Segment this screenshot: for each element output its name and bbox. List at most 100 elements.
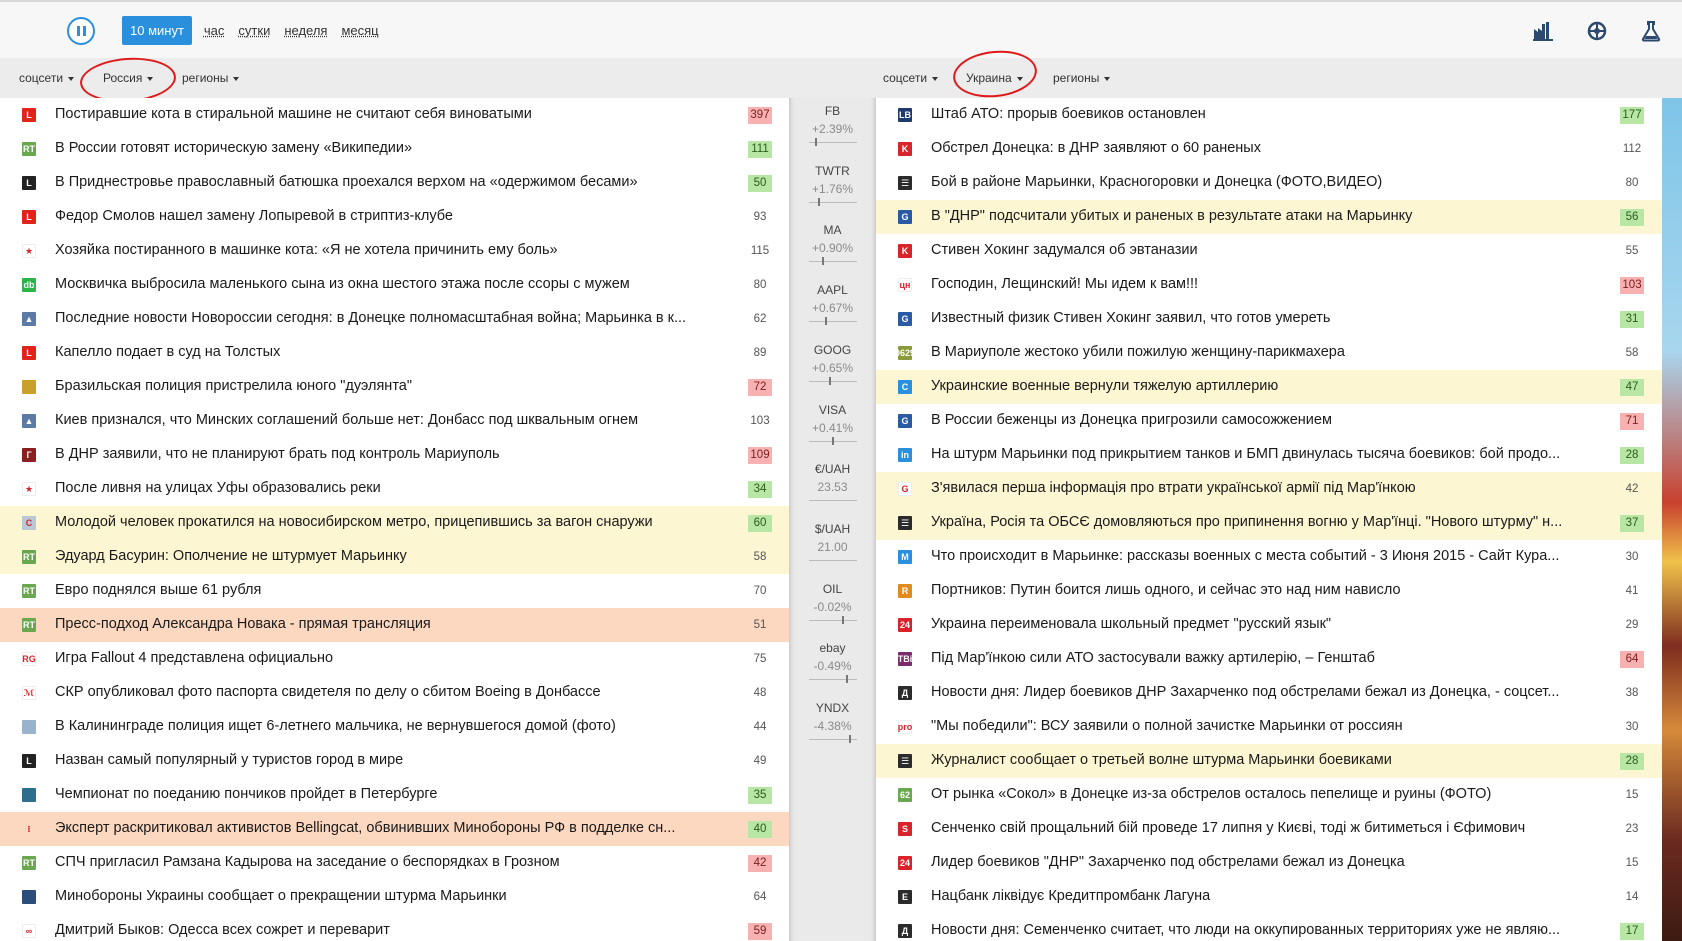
filter-social-right[interactable]: соцсети: [883, 71, 939, 85]
news-row[interactable]: K Стивен Хокинг задумался об эвтаназии 55: [876, 234, 1662, 268]
ticker-item[interactable]: MA +0.90%: [789, 217, 876, 281]
news-row[interactable]: ℳ СКР опубликовал фото паспорта свидетеля…: [0, 676, 789, 710]
news-headline[interactable]: Хозяйка постиранного в машинке кота: «Я …: [55, 242, 727, 258]
news-row[interactable]: Чемпионат по поеданию пончиков пройдет в…: [0, 778, 789, 812]
news-row[interactable]: Д Новости дня: Лидер боевиков ДНР Захарче…: [876, 676, 1662, 710]
filter-social-left[interactable]: соцсети: [19, 71, 75, 85]
period-10min[interactable]: 10 минут: [122, 16, 192, 45]
ticker-item[interactable]: TWTR +1.76%: [789, 158, 876, 222]
news-row[interactable]: G З'явилася перша інформація про втрати у…: [876, 472, 1662, 506]
news-headline[interactable]: Игра Fallout 4 представлена официально: [55, 650, 727, 666]
news-row[interactable]: ☰ Бой в районе Марьинки, Красногоровки и …: [876, 166, 1662, 200]
news-headline[interactable]: Эксперт раскритиковал активистов Belling…: [55, 820, 727, 836]
news-headline[interactable]: В "ДНР" подсчитали убитых и раненых в ре…: [931, 208, 1601, 224]
news-headline[interactable]: Нацбанк ліквідує Кредитпромбанк Лагуна: [931, 888, 1601, 904]
filter-country-left[interactable]: Россия: [103, 71, 154, 85]
news-headline[interactable]: Евро поднялся выше 61 рубля: [55, 582, 727, 598]
news-headline[interactable]: В Мариуполе жестоко убили пожилую женщин…: [931, 344, 1601, 360]
period-week[interactable]: неделя: [284, 23, 327, 38]
news-row[interactable]: Г В ДНР заявили, что не планируют брать п…: [0, 438, 789, 472]
filter-regions-right[interactable]: регионы: [1053, 71, 1111, 85]
news-row[interactable]: LB Штаб АТО: прорыв боевиков остановлен 17…: [876, 98, 1662, 132]
ticker-item[interactable]: YNDX -4.38%: [789, 695, 876, 759]
news-row[interactable]: ∞ Дмитрий Быков: Одесса всех сожрет и пер…: [0, 914, 789, 941]
news-row[interactable]: R Портников: Путин боится лишь одного, и …: [876, 574, 1662, 608]
news-row[interactable]: RT Пресс-подход Александра Новака - пряма…: [0, 608, 789, 642]
news-headline[interactable]: Пресс-подход Александра Новака - прямая …: [55, 616, 727, 632]
news-row[interactable]: цн Господин, Лещинский! Мы идем к вам!!! 1…: [876, 268, 1662, 302]
news-row[interactable]: Минобороны Украины сообщает о прекращени…: [0, 880, 789, 914]
news-headline[interactable]: Обстрел Донецка: в ДНР заявляют о 60 ран…: [931, 140, 1601, 156]
news-headline[interactable]: СПЧ пригласил Рамзана Кадырова на заседа…: [55, 854, 727, 870]
filter-country-right[interactable]: Украина: [966, 71, 1023, 85]
news-headline[interactable]: В Калининграде полиция ищет 6-летнего ма…: [55, 718, 727, 734]
news-row[interactable]: pro "Мы победили": ВСУ заявили о полной з…: [876, 710, 1662, 744]
news-headline[interactable]: Постиравшие кота в стиральной машине не …: [55, 106, 727, 122]
news-headline[interactable]: Україна, Росія та ОБСЄ домовляються про …: [931, 514, 1601, 530]
news-headline[interactable]: Чемпионат по поеданию пончиков пройдет в…: [55, 786, 727, 802]
news-row[interactable]: RT Эдуард Басурин: Ополчение не штурмует …: [0, 540, 789, 574]
news-row[interactable]: ⁝ Эксперт раскритиковал активистов Bellin…: [0, 812, 789, 846]
news-row[interactable]: RG Игра Fallout 4 представлена официально…: [0, 642, 789, 676]
news-row[interactable]: C Украинские военные вернули тяжелую арти…: [876, 370, 1662, 404]
news-headline[interactable]: Портников: Путин боится лишь одного, и с…: [931, 582, 1601, 598]
news-row[interactable]: C Молодой человек прокатился на новосибир…: [0, 506, 789, 540]
news-headline[interactable]: "Мы победили": ВСУ заявили о полной зачи…: [931, 718, 1601, 734]
news-row[interactable]: S Сенченко свій прощальний бій проведе 17…: [876, 812, 1662, 846]
news-row[interactable]: M Что происходит в Марьинке: рассказы вое…: [876, 540, 1662, 574]
news-row[interactable]: L Федор Смолов нашел замену Лопыревой в с…: [0, 200, 789, 234]
news-headline[interactable]: СКР опубликовал фото паспорта свидетеля …: [55, 684, 727, 700]
news-row[interactable]: RT СПЧ пригласил Рамзана Кадырова на засе…: [0, 846, 789, 880]
news-headline[interactable]: Молодой человек прокатился на новосибирс…: [55, 514, 727, 530]
news-headline[interactable]: Эдуард Басурин: Ополчение не штурмует Ма…: [55, 548, 727, 564]
news-headline[interactable]: Украина переименовала школьный предмет "…: [931, 616, 1601, 632]
news-headline[interactable]: Что происходит в Марьинке: рассказы воен…: [931, 548, 1601, 564]
news-row[interactable]: 24 Лидер боевиков "ДНР" Захарченко под об…: [876, 846, 1662, 880]
factory-icon[interactable]: [1530, 18, 1556, 44]
news-row[interactable]: db Москвичка выбросила маленького сына из…: [0, 268, 789, 302]
news-headline[interactable]: На штурм Марьинки под прикрытием танков …: [931, 446, 1601, 462]
news-headline[interactable]: Москвичка выбросила маленького сына из о…: [55, 276, 727, 292]
news-headline[interactable]: Украинские военные вернули тяжелую артил…: [931, 378, 1601, 394]
news-row[interactable]: E Нацбанк ліквідує Кредитпромбанк Лагуна 1…: [876, 880, 1662, 914]
news-row[interactable]: RT Евро поднялся выше 61 рубля 70: [0, 574, 789, 608]
news-headline[interactable]: Сенченко свій прощальний бій проведе 17 …: [931, 820, 1601, 836]
spinner-icon[interactable]: [1584, 18, 1610, 44]
news-headline[interactable]: Федор Смолов нашел замену Лопыревой в ст…: [55, 208, 727, 224]
news-headline[interactable]: Известный физик Стивен Хокинг заявил, чт…: [931, 310, 1601, 326]
news-row[interactable]: В Калининграде полиция ищет 6-летнего ма…: [0, 710, 789, 744]
ticker-item[interactable]: AAPL +0.67%: [789, 277, 876, 341]
news-headline[interactable]: Бой в районе Марьинки, Красногоровки и Д…: [931, 174, 1601, 190]
pause-button[interactable]: [67, 17, 95, 45]
ticker-item[interactable]: €/UAH 23.53: [789, 456, 876, 520]
news-row[interactable]: L Постиравшие кота в стиральной машине не…: [0, 98, 789, 132]
news-headline[interactable]: Стивен Хокинг задумался об эвтаназии: [931, 242, 1601, 258]
news-headline[interactable]: Капелло подает в суд на Толстых: [55, 344, 727, 360]
news-headline[interactable]: Господин, Лещинский! Мы идем к вам!!!: [931, 276, 1601, 292]
news-headline[interactable]: От рынка «Сокол» в Донецке из-за обстрел…: [931, 786, 1601, 802]
news-headline[interactable]: Дмитрий Быков: Одесса всех сожрет и пере…: [55, 922, 727, 938]
news-headline[interactable]: Журналист сообщает о третьей волне штурм…: [931, 752, 1601, 768]
news-row[interactable]: L Назван самый популярный у туристов горо…: [0, 744, 789, 778]
ticker-item[interactable]: $/UAH 21.00: [789, 516, 876, 580]
news-row[interactable]: K Обстрел Донецка: в ДНР заявляют о 60 ра…: [876, 132, 1662, 166]
news-headline[interactable]: З'явилася перша інформація про втрати ук…: [931, 480, 1601, 496]
news-headline[interactable]: После ливня на улицах Уфы образовались р…: [55, 480, 727, 496]
period-month[interactable]: месяц: [341, 23, 378, 38]
news-headline[interactable]: Киев признался, что Минских соглашений б…: [55, 412, 727, 428]
news-row[interactable]: G В "ДНР" подсчитали убитых и раненых в р…: [876, 200, 1662, 234]
ticker-item[interactable]: OIL -0.02%: [789, 576, 876, 640]
news-row[interactable]: G Известный физик Стивен Хокинг заявил, ч…: [876, 302, 1662, 336]
news-row[interactable]: 0629 В Мариуполе жестоко убили пожилую же…: [876, 336, 1662, 370]
news-row[interactable]: RT В России готовят историческую замену «…: [0, 132, 789, 166]
news-headline[interactable]: В России беженцы из Донецка пригрозили с…: [931, 412, 1601, 428]
ticker-item[interactable]: GOOG +0.65%: [789, 337, 876, 401]
news-headline[interactable]: Назван самый популярный у туристов город…: [55, 752, 727, 768]
ticker-item[interactable]: VISA +0.41%: [789, 397, 876, 461]
news-row[interactable]: Бразильская полиция пристрелила юного "д…: [0, 370, 789, 404]
period-hour[interactable]: час: [204, 23, 225, 38]
news-row[interactable]: in На штурм Марьинки под прикрытием танко…: [876, 438, 1662, 472]
ticker-item[interactable]: FB +2.39%: [789, 98, 876, 162]
news-row[interactable]: Д Новости дня: Семенченко считает, что лю…: [876, 914, 1662, 941]
filter-regions-left[interactable]: регионы: [182, 71, 240, 85]
